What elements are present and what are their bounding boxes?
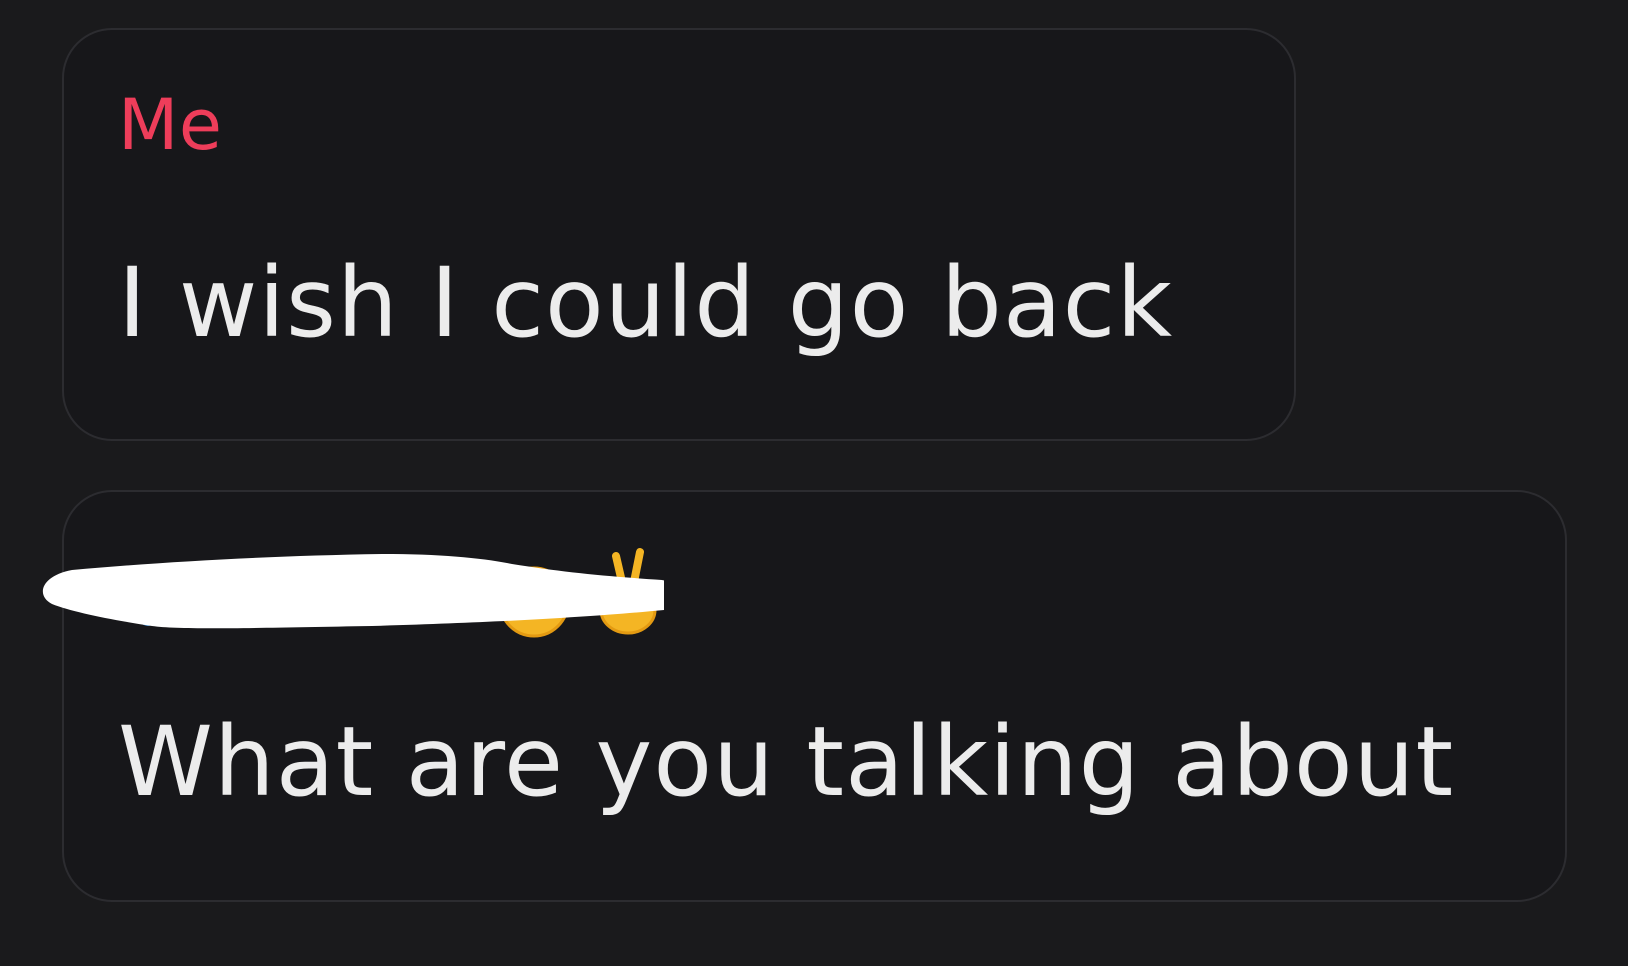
redacted-sender-name	[42, 546, 664, 646]
message-text: I wish I could go back	[118, 247, 1174, 359]
sender-name: Me	[118, 84, 223, 166]
message-bubble-other[interactable]: What are you talking about	[42, 490, 1567, 902]
message-bubble-me[interactable]: Me I wish I could go back	[62, 28, 1296, 441]
message-text: What are you talking about	[118, 706, 1455, 818]
